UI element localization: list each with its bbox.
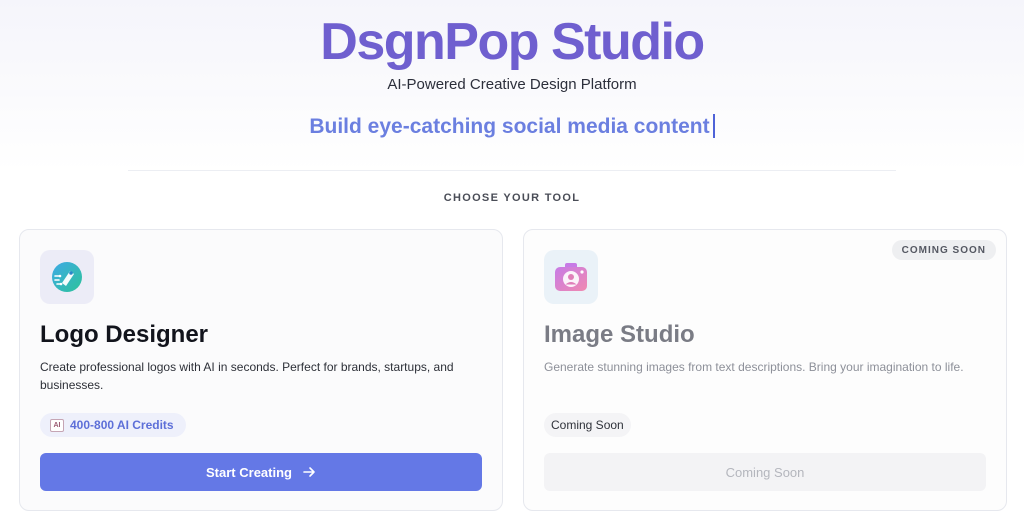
card-description: Create professional logos with AI in sec… <box>40 360 454 392</box>
coming-soon-button: Coming Soon <box>544 453 986 491</box>
start-creating-button[interactable]: Start Creating <box>40 453 482 491</box>
header-divider <box>128 170 896 171</box>
start-creating-label: Start Creating <box>206 464 292 480</box>
coming-soon-badge: COMING SOON <box>891 240 996 260</box>
camera-icon <box>555 263 587 291</box>
logo-designer-icon-tile <box>40 250 94 304</box>
logo-designer-card[interactable]: Logo Designer Create professional logos … <box>19 229 503 511</box>
section-label: CHOOSE YOUR TOOL <box>443 192 581 204</box>
hero-header: DsgnPop Studio AI-Powered Creative Desig… <box>0 0 1024 172</box>
image-studio-icon-tile <box>544 250 598 304</box>
brand-title: DsgnPop Studio <box>320 13 705 71</box>
typing-headline: Build eye-catching social media content <box>0 114 1024 140</box>
arrow-right-icon <box>303 467 315 477</box>
brand-tagline: AI-Powered Creative Design Platform <box>387 76 637 93</box>
credits-badge: AI 400-800 AI Credits <box>40 413 186 437</box>
card-title: Logo Designer <box>40 321 209 348</box>
credits-label: 400-800 AI Credits <box>70 418 174 432</box>
pen-nib-circuit-icon <box>52 262 82 292</box>
ai-chip-icon: AI <box>50 418 64 432</box>
typing-text: Build eye-catching social media content <box>309 115 710 138</box>
typing-caret <box>712 114 715 138</box>
card-description: Generate stunning images from text descr… <box>544 360 964 374</box>
card-title: Image Studio <box>544 321 695 348</box>
coming-soon-chip: Coming Soon <box>544 413 631 437</box>
image-studio-card: COMING SOON Image Studio Generate stunni… <box>523 229 1007 511</box>
